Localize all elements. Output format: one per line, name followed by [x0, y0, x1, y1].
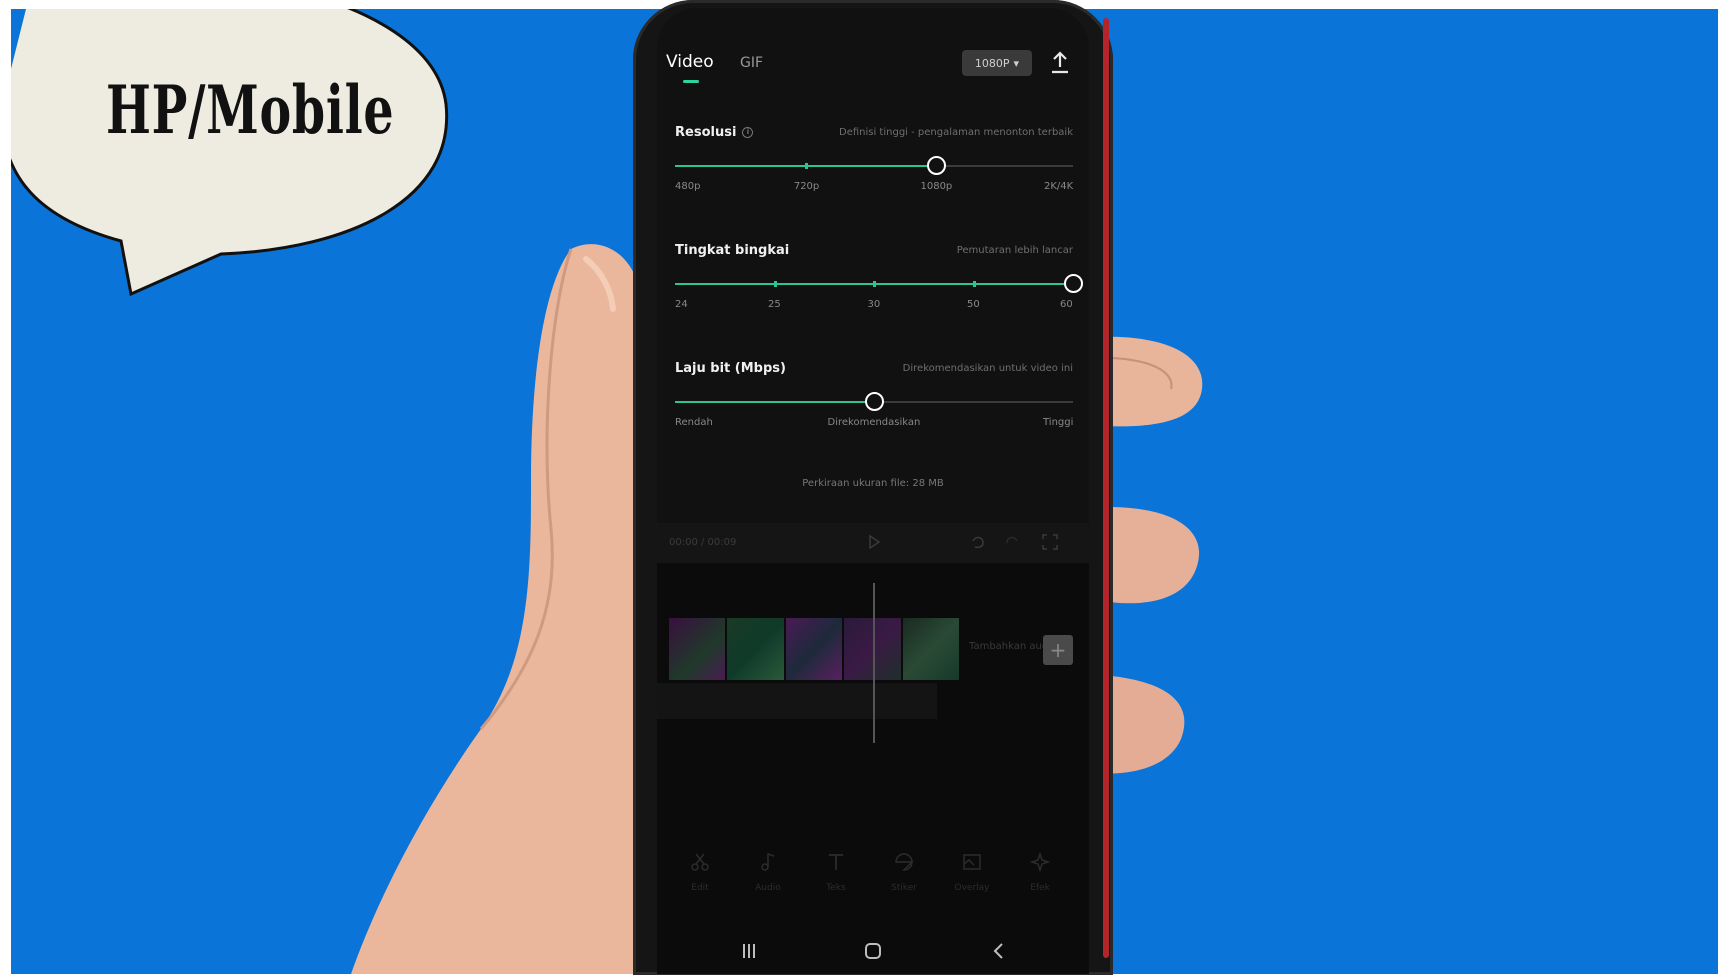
bitrate-option-label[interactable]: Direkomendasikan [828, 417, 921, 428]
framerate-option-label[interactable]: 50 [967, 299, 980, 310]
framerate-slider-tick [873, 281, 876, 287]
play-icon[interactable] [865, 533, 883, 551]
resolution-title: Resolusi [675, 125, 737, 140]
framerate-slider-tick [972, 281, 976, 287]
resolution-option-label[interactable]: 1080p [920, 181, 952, 192]
editor-background: 00:00 / 00:09 Tambahkan audio + Edit Aud… [657, 523, 1089, 974]
tool-label: Overlay [954, 883, 990, 893]
framerate-option-label[interactable]: 60 [1060, 299, 1073, 310]
bitrate-slider-fill [675, 401, 874, 403]
phone-side-edge [1103, 18, 1109, 958]
tool-overlay[interactable]: Overlay [947, 851, 997, 893]
framerate-setting: Tingkat bingkai Pemutaran lebih lancar 2… [675, 243, 1083, 323]
music-note-icon [761, 852, 775, 871]
framerate-option-label[interactable]: 25 [768, 299, 781, 310]
tool-label: Audio [755, 883, 781, 893]
phone-screen: Video GIF 1080P ▾ Resolusi i Definisi tin… [657, 8, 1089, 974]
recents-icon[interactable] [739, 941, 759, 961]
editor-toolbar: Edit Audio Teks Stiker Overlay Efek [657, 851, 1089, 911]
framerate-hint: Pemutaran lebih lancar [956, 245, 1073, 256]
framerate-option-label[interactable]: 24 [675, 299, 688, 310]
undo-icon[interactable] [969, 533, 987, 551]
framerate-slider-knob[interactable] [1064, 274, 1083, 293]
bitrate-setting: Laju bit (Mbps) Direkomendasikan untuk v… [675, 361, 1073, 441]
bitrate-hint: Direkomendasikan untuk video ini [902, 363, 1073, 374]
bitrate-slider-knob[interactable] [865, 392, 884, 411]
tool-text[interactable]: Teks [811, 851, 861, 893]
tool-label: Edit [691, 883, 709, 893]
text-icon [829, 854, 843, 870]
scissors-icon [691, 853, 709, 871]
framerate-labels: 24 25 30 50 60 [675, 299, 1073, 313]
resolution-slider-tick [805, 163, 809, 169]
active-tab-indicator [683, 80, 699, 83]
framerate-slider[interactable] [675, 274, 1083, 293]
tool-label: Efek [1030, 883, 1050, 893]
resolution-slider-knob[interactable] [927, 156, 947, 175]
player-toolbar: 00:00 / 00:09 [657, 523, 1089, 563]
tool-edit[interactable]: Edit [675, 851, 725, 893]
redo-icon[interactable] [1003, 533, 1021, 551]
framerate-option-label[interactable]: 30 [868, 299, 881, 310]
tool-effects[interactable]: Efek [1015, 851, 1065, 893]
resolution-option-label[interactable]: 480p [675, 181, 700, 192]
resolution-option-label[interactable]: 720p [794, 181, 819, 192]
tool-sticker[interactable]: Stiker [879, 851, 929, 893]
resolution-option-label[interactable]: 2K/4K [1044, 181, 1073, 192]
info-icon[interactable]: i [742, 127, 754, 138]
speech-bubble [11, 9, 449, 297]
resolution-slider[interactable] [675, 156, 1073, 175]
resolution-button[interactable]: 1080P ▾ [962, 50, 1032, 76]
bitrate-labels: Rendah Direkomendasikan Tinggi [675, 417, 1073, 431]
tab-gif[interactable]: GIF [740, 55, 763, 71]
clip-track-strip [657, 683, 937, 719]
bitrate-option-label[interactable]: Rendah [675, 417, 713, 428]
upload-icon[interactable] [1049, 50, 1071, 76]
framerate-title: Tingkat bingkai [675, 243, 790, 258]
home-icon[interactable] [863, 941, 883, 961]
clip-thumbnail [727, 618, 784, 680]
caret-down-icon: ▾ [1013, 56, 1020, 70]
overlay-icon [963, 854, 981, 870]
playhead[interactable] [873, 583, 875, 743]
export-header: Video GIF 1080P ▾ [657, 8, 1089, 88]
effects-icon [1029, 851, 1051, 873]
video-clips[interactable] [669, 618, 960, 680]
resolution-labels: 480p 720p 1080p 2K/4K [675, 181, 1073, 195]
system-navbar [657, 933, 1089, 973]
clip-thumbnail [785, 618, 843, 680]
bitrate-option-label[interactable]: Tinggi [1043, 417, 1073, 428]
bitrate-title: Laju bit (Mbps) [675, 361, 786, 376]
tool-label: Teks [826, 883, 846, 893]
framerate-slider-tick [773, 281, 777, 287]
file-size-estimate: Perkiraan ukuran file: 28 MB [802, 478, 944, 489]
clip-thumbnail [669, 618, 726, 680]
clip-thumbnail [902, 618, 960, 680]
tool-audio[interactable]: Audio [743, 851, 793, 893]
resolution-setting: Resolusi i Definisi tinggi - pengalaman m… [675, 125, 1073, 205]
bitrate-slider[interactable] [675, 392, 1073, 411]
playback-time: 00:00 / 00:09 [669, 537, 737, 548]
sticker-icon [895, 853, 914, 871]
bubble-text: HP/Mobile [106, 71, 395, 149]
tab-video[interactable]: Video [666, 52, 714, 72]
add-clip-button[interactable]: + [1043, 635, 1073, 665]
tool-label: Stiker [891, 883, 917, 893]
back-icon[interactable] [989, 941, 1009, 961]
fullscreen-icon[interactable] [1041, 533, 1059, 551]
resolution-hint: Definisi tinggi - pengalaman menonton te… [839, 127, 1073, 138]
resolution-button-label: 1080P [974, 56, 1010, 70]
